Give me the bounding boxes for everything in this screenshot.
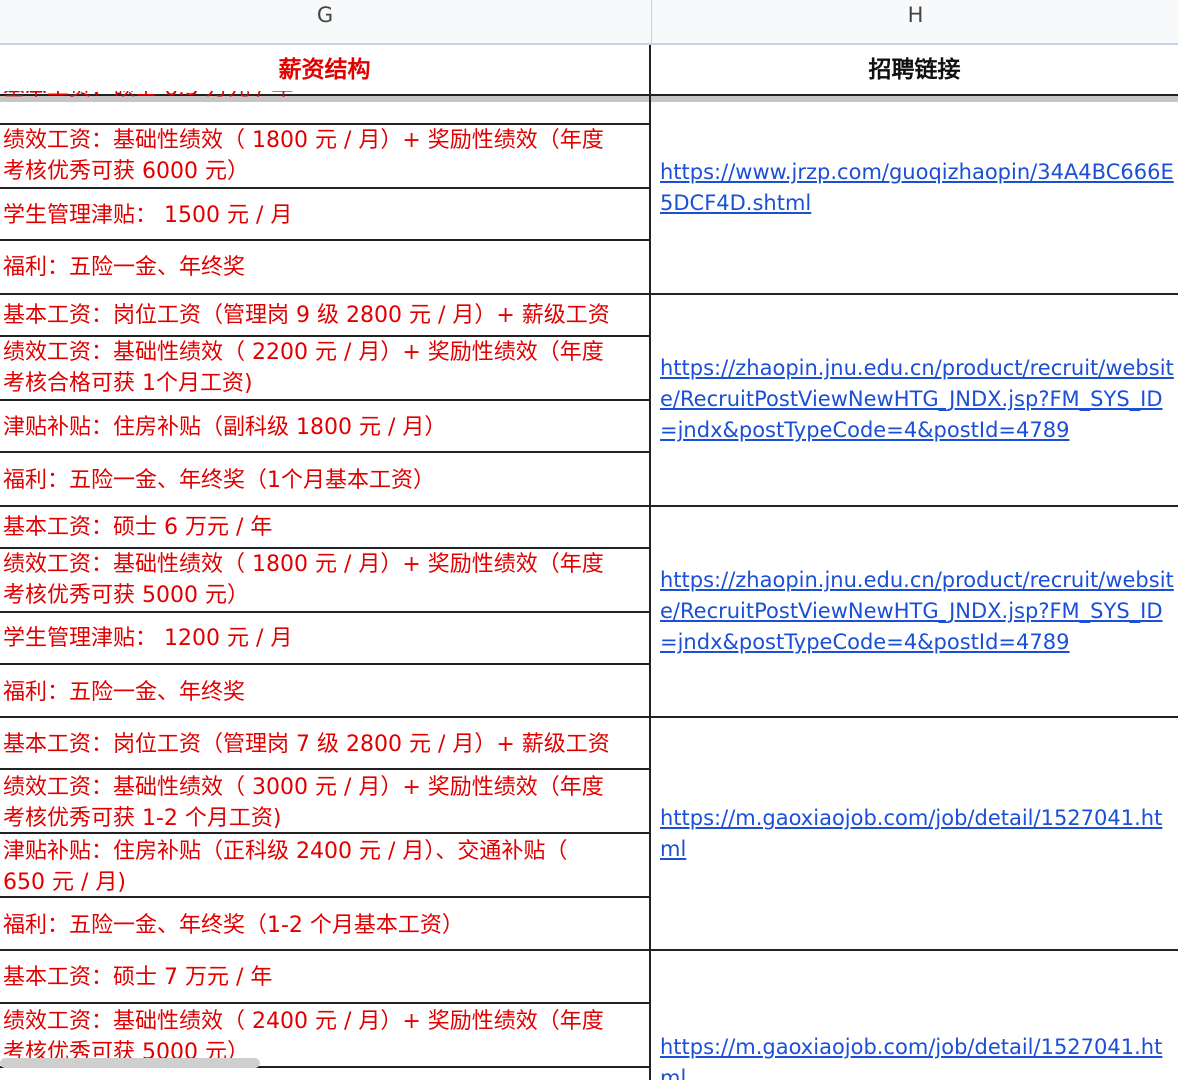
salary-cell[interactable]: 基本工资：硕士 6 万元 / 年 [3, 512, 643, 543]
salary-cell[interactable]: 福利：五险一金、年终奖 [3, 252, 643, 283]
header-salary-structure[interactable]: 薪资结构 [0, 45, 649, 95]
table-header-row: 薪资结构 招聘链接 [0, 45, 1178, 95]
recruitment-link[interactable]: https://www.jrzp.com/guoqizhaopin/34A4BC… [660, 157, 1174, 219]
row-divider [0, 187, 649, 189]
salary-cell[interactable]: 津贴补贴：住房补贴（正科级 2400 元 / 月）、交通补贴（ 650 元 / … [3, 836, 643, 898]
salary-cell[interactable]: 福利：五险一金、年终奖（1个月基本工资） [3, 465, 643, 496]
salary-cell[interactable]: 学生管理津贴： 1200 元 / 月 [3, 623, 643, 654]
row-divider [0, 239, 649, 241]
group-divider [0, 949, 1178, 951]
row-divider [0, 611, 649, 613]
group-divider [0, 293, 1178, 295]
row-divider [0, 399, 649, 401]
salary-cell[interactable]: 绩效工资：基础性绩效（ 1800 元 / 月）+ 奖励性绩效（年度 考核优秀可获… [3, 125, 643, 187]
salary-cell[interactable]: 基本工资：硕士 6.5 万元 / 年 [3, 91, 643, 102]
header-recruitment-link[interactable]: 招聘链接 [651, 45, 1178, 95]
column-header-g[interactable]: G [0, 0, 650, 43]
row-divider [0, 768, 649, 770]
row-divider [0, 1002, 649, 1004]
row-divider [0, 451, 649, 453]
column-header-bar: G H [0, 0, 1178, 45]
salary-cell[interactable]: 津贴补贴：住房补贴（副科级 1800 元 / 月） [3, 412, 643, 443]
horizontal-scrollbar[interactable] [0, 1058, 260, 1068]
recruitment-link[interactable]: https://m.gaoxiaojob.com/job/detail/1527… [660, 1032, 1174, 1080]
group-divider [0, 716, 1178, 718]
group-divider [0, 505, 1178, 507]
salary-cell[interactable]: 基本工资：硕士 7 万元 / 年 [3, 962, 643, 993]
recruitment-link[interactable]: https://zhaopin.jnu.edu.cn/product/recru… [660, 565, 1174, 658]
salary-cell[interactable]: 基本工资：岗位工资（管理岗 9 级 2800 元 / 月）+ 薪级工资 [3, 300, 643, 331]
column-header-h[interactable]: H [651, 0, 1178, 43]
salary-cell[interactable]: 福利：五险一金、年终奖 [3, 677, 643, 708]
salary-cell[interactable]: 基本工资：岗位工资（管理岗 7 级 2800 元 / 月）+ 薪级工资 [3, 729, 643, 760]
recruitment-link[interactable]: https://zhaopin.jnu.edu.cn/product/recru… [660, 353, 1174, 446]
row-divider [0, 663, 649, 665]
salary-cell[interactable]: 绩效工资：基础性绩效（ 3000 元 / 月）+ 奖励性绩效（年度 考核优秀可获… [3, 772, 643, 834]
recruitment-link[interactable]: https://m.gaoxiaojob.com/job/detail/1527… [660, 803, 1174, 865]
salary-cell[interactable]: 学生管理津贴： 1500 元 / 月 [3, 200, 643, 231]
column-divider [649, 45, 651, 1080]
salary-cell[interactable]: 绩效工资：基础性绩效（ 2200 元 / 月）+ 奖励性绩效（年度 考核合格可获… [3, 337, 643, 399]
row-divider [0, 896, 649, 898]
salary-cell[interactable]: 绩效工资：基础性绩效（ 1800 元 / 月）+ 奖励性绩效（年度 考核优秀可获… [3, 549, 643, 611]
row-divider [0, 832, 649, 834]
salary-cell[interactable]: 福利：五险一金、年终奖（1-2 个月基本工资） [3, 910, 643, 941]
spreadsheet-grid: 薪资结构 招聘链接 基本工资：硕士 6.5 万元 / 年 绩效工资：基础性绩效（… [0, 45, 1178, 1080]
